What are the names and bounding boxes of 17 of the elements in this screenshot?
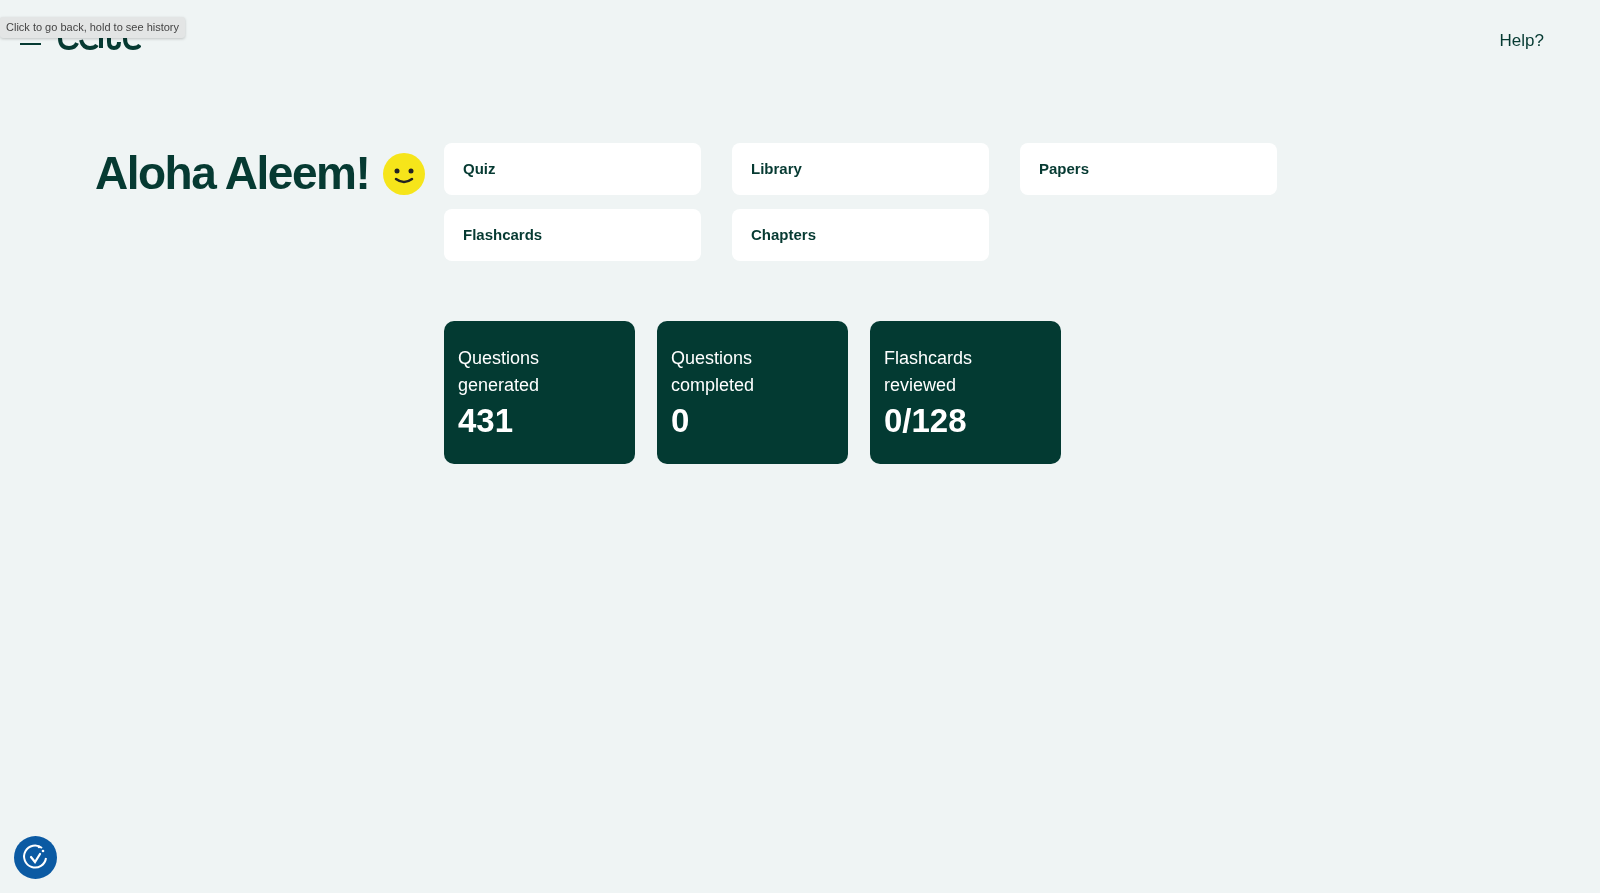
smiley-icon xyxy=(383,153,426,195)
help-link[interactable]: Help? xyxy=(1499,28,1544,54)
nav-button[interactable]: Flashcards xyxy=(444,209,701,261)
nav-button[interactable]: Papers xyxy=(1020,143,1277,195)
tooltip: Click to go back, hold to see history xyxy=(0,17,186,38)
nav-button[interactable]: Chapters xyxy=(732,209,989,261)
stat-value: 0/128 xyxy=(884,403,968,440)
accessibility-icon[interactable] xyxy=(14,836,57,879)
logo-icon[interactable] xyxy=(57,36,141,50)
nav-button[interactable]: Quiz xyxy=(444,143,701,195)
stat-label: Questions completed xyxy=(671,347,756,397)
nav-button[interactable]: Library xyxy=(732,143,989,195)
stat-value: 0 xyxy=(671,403,691,440)
stat-label: Questions generated xyxy=(458,347,541,397)
greeting-heading: Aloha Aleem! xyxy=(95,146,370,202)
stat-label: Flashcards reviewed xyxy=(884,347,974,397)
stat-value: 431 xyxy=(458,403,515,440)
